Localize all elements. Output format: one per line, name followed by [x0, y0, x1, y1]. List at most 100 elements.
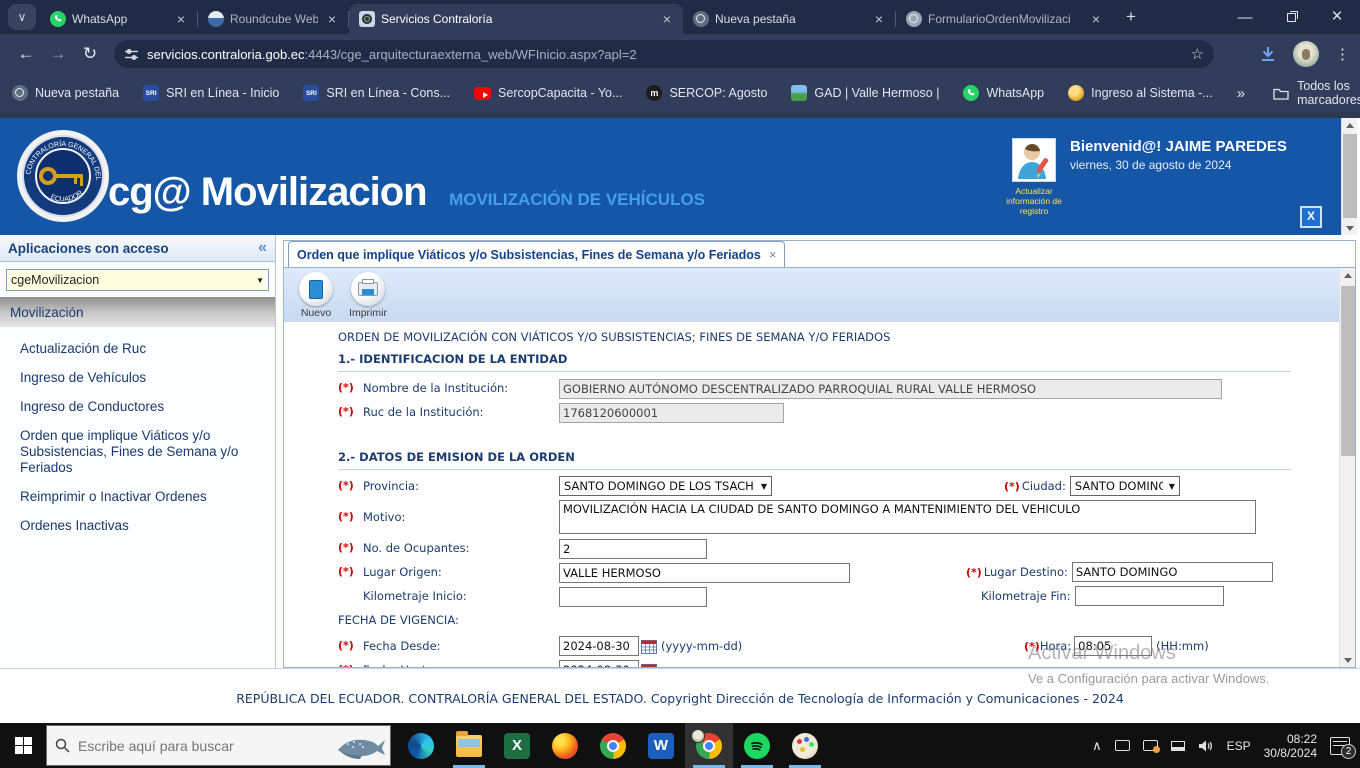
sidebar-item-ordenes-inactivas[interactable]: Ordenes Inactivas	[20, 518, 265, 534]
form-row-provincia: (*) Provincia: SANTO DOMINGO DE LOS TSAC…	[338, 476, 1338, 498]
hora-field[interactable]	[1074, 636, 1153, 656]
close-window-button[interactable]: ×	[1314, 0, 1360, 34]
forward-button[interactable]: →	[42, 44, 74, 64]
taskbar-paint[interactable]	[781, 723, 829, 768]
volume-icon[interactable]	[1198, 739, 1214, 753]
browser-tab-nueva-pestana[interactable]: Nueva pestaña ×	[683, 4, 895, 34]
bookmark-label: Ingreso al Sistema -...	[1091, 86, 1213, 100]
scrollbar-thumb[interactable]	[1341, 286, 1355, 456]
sidebar-item-reimprimir[interactable]: Reimprimir o Inactivar Ordenes	[20, 489, 265, 505]
minimize-button[interactable]: —	[1222, 0, 1268, 34]
download-icon[interactable]	[1259, 45, 1277, 63]
network-icon[interactable]	[1170, 740, 1185, 751]
date-format-hint: (yyyy-mm-dd)	[661, 639, 743, 653]
bookmarks-overflow-icon[interactable]: »	[1237, 85, 1245, 102]
sidebar-item-ingreso-conductores[interactable]: Ingreso de Conductores	[20, 399, 265, 415]
kilometraje-inicio-field[interactable]	[559, 587, 707, 607]
fecha-hasta-field[interactable]	[559, 660, 639, 667]
search-icon	[55, 738, 70, 753]
browser-tab-whatsapp[interactable]: WhatsApp ×	[40, 4, 197, 34]
reload-button[interactable]: ↻	[74, 44, 106, 64]
taskbar-chrome[interactable]	[589, 723, 637, 768]
search-input[interactable]	[78, 737, 298, 754]
fecha-desde-field[interactable]	[559, 636, 639, 656]
bookmark-ingreso-sistema[interactable]: Ingreso al Sistema -...	[1068, 85, 1213, 101]
tab-close-icon[interactable]: ×	[871, 11, 887, 27]
language-indicator[interactable]: ESP	[1227, 739, 1251, 753]
toolbar-right: ⋮	[1259, 41, 1360, 67]
taskbar-firefox[interactable]	[541, 723, 589, 768]
lugar-origen-field[interactable]	[559, 563, 850, 583]
restore-button[interactable]	[1268, 0, 1314, 34]
taskbar-file-explorer[interactable]	[445, 723, 493, 768]
browser-tab-servicios-contraloria[interactable]: Servicios Contraloría ×	[349, 4, 683, 34]
print-button[interactable]: Imprimir	[346, 272, 390, 319]
start-button[interactable]	[0, 723, 46, 768]
taskbar-excel[interactable]: X	[493, 723, 541, 768]
taskbar-clock[interactable]: 08:22 30/8/2024	[1264, 732, 1317, 760]
sidebar-group-movilizacion[interactable]: Movilización	[0, 297, 275, 327]
action-center-icon[interactable]: 2	[1330, 736, 1356, 759]
ciudad-select[interactable]: SANTO DOMINGO ▼	[1069, 476, 1180, 496]
bookmark-label: GAD | Valle Hermoso |	[814, 86, 940, 100]
bookmark-sercop-agosto[interactable]: m SERCOP: Agosto	[646, 85, 767, 101]
kilometraje-fin-group: Kilometraje Fin:	[979, 586, 1224, 606]
profile-avatar[interactable]	[1293, 41, 1319, 67]
content-tab[interactable]: Orden que implique Viáticos y/o Subsiste…	[288, 241, 786, 267]
sidebar-item-actualizacion-ruc[interactable]: Actualización de Ruc	[20, 341, 265, 357]
new-tab-button[interactable]: +	[1118, 4, 1144, 30]
collapse-icon[interactable]: «	[258, 239, 267, 257]
content-tab-close-icon[interactable]: ×	[769, 247, 777, 262]
taskbar-chrome-profile[interactable]	[685, 723, 733, 768]
address-bar[interactable]: servicios.contraloria.gob.ec:4443/cge_ar…	[114, 40, 1214, 68]
bookmark-sercopcapacita[interactable]: SercopCapacita - Yo...	[474, 86, 622, 100]
taskbar-search[interactable]	[46, 725, 391, 766]
bookmark-sri-consultas[interactable]: SRI SRI en Línea - Cons...	[303, 85, 450, 101]
tab-close-icon[interactable]: ×	[1088, 11, 1104, 27]
lugar-destino-field[interactable]	[1071, 562, 1273, 582]
taskbar-word[interactable]: W	[637, 723, 685, 768]
bookmark-star-icon[interactable]: ☆	[1191, 45, 1204, 63]
url-text[interactable]: servicios.contraloria.gob.ec:4443/cge_ar…	[147, 47, 637, 62]
scroll-down-arrow[interactable]	[1340, 653, 1355, 667]
taskbar-edge[interactable]	[397, 723, 445, 768]
tab-close-icon[interactable]: ×	[324, 11, 340, 27]
motivo-field[interactable]: MOVILIZACIÓN HACIA LA CIUDAD DE SANTO DO…	[559, 500, 1256, 534]
tray-display-alert-icon[interactable]	[1142, 740, 1160, 753]
bookmark-nueva-pestana[interactable]: Nueva pestaña	[12, 85, 119, 101]
new-button[interactable]: Nuevo	[294, 272, 338, 319]
browser-tab-roundcube[interactable]: Roundcube Webmail :: Entra ×	[198, 4, 348, 34]
provincia-select[interactable]: SANTO DOMINGO DE LOS TSACHILAS ▼	[559, 476, 772, 496]
avatar-caption[interactable]: Actualizar información de registro	[998, 186, 1070, 216]
scrollbar-thumb[interactable]	[1343, 134, 1357, 218]
tray-device-icon[interactable]	[1114, 740, 1130, 751]
bookmark-gad-valle-hermoso[interactable]: GAD | Valle Hermoso |	[791, 85, 939, 101]
update-registration-avatar[interactable]	[1012, 138, 1056, 182]
content-scrollbar[interactable]	[1339, 268, 1355, 667]
logout-close-button[interactable]: X	[1300, 206, 1322, 228]
tab-close-icon[interactable]: ×	[173, 11, 189, 27]
header-scrollbar[interactable]	[1341, 118, 1357, 235]
all-bookmarks-button[interactable]: Todos los marcadores	[1273, 79, 1360, 107]
tab-close-icon[interactable]: ×	[659, 11, 675, 27]
print-button-label: Imprimir	[349, 307, 387, 319]
application-select[interactable]: cgeMovilizacion ▼	[6, 269, 269, 291]
chrome-menu-icon[interactable]: ⋮	[1335, 45, 1350, 63]
tray-expand-icon[interactable]: ∧	[1092, 738, 1102, 754]
kilometraje-fin-field[interactable]	[1074, 586, 1224, 606]
calendar-icon[interactable]	[641, 639, 657, 654]
tab-search-button[interactable]: ∨	[8, 4, 36, 30]
site-settings-icon[interactable]	[124, 47, 139, 62]
scroll-up-arrow[interactable]	[1342, 118, 1358, 132]
sidebar-item-ingreso-vehiculos[interactable]: Ingreso de Vehículos	[20, 370, 265, 386]
sidebar-item-orden-viaticos[interactable]: Orden que implique Viáticos y/o Subsiste…	[20, 428, 265, 476]
bookmark-whatsapp[interactable]: WhatsApp	[963, 85, 1044, 101]
browser-tab-formulario[interactable]: FormularioOrdenMovilizaci ×	[896, 4, 1112, 34]
scroll-up-arrow[interactable]	[1340, 268, 1355, 282]
bookmark-sri-inicio[interactable]: SRI SRI en Línea - Inicio	[143, 85, 279, 101]
taskbar-spotify[interactable]	[733, 723, 781, 768]
ocupantes-field[interactable]	[559, 539, 707, 559]
back-button[interactable]: ←	[10, 44, 42, 64]
scroll-down-arrow[interactable]	[1342, 221, 1358, 235]
field-label: No. de Ocupantes:	[363, 541, 470, 555]
